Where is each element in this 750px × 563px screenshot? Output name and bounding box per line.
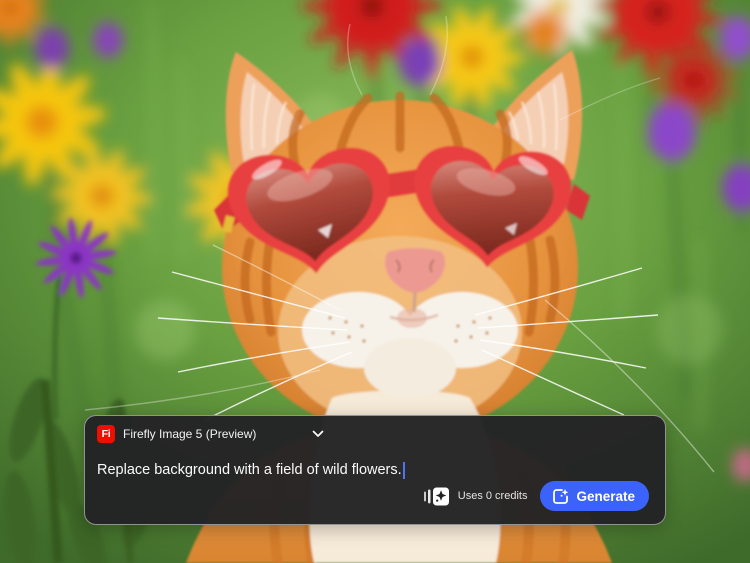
generate-label: Generate <box>576 488 635 504</box>
prompt-input[interactable]: Replace background with a field of wild … <box>97 460 651 480</box>
text-caret <box>402 461 405 479</box>
credits-label: Uses 0 credits <box>457 490 528 502</box>
chevron-down-icon <box>312 430 324 438</box>
firefly-logo: Fi <box>97 425 115 443</box>
panel-actions: Uses 0 credits Generate <box>423 481 649 511</box>
prompt-panel: Fi Firefly Image 5 (Preview) Replace bac… <box>84 415 666 525</box>
prompt-text: Replace background with a field of wild … <box>97 462 402 478</box>
generate-icon <box>552 488 569 505</box>
credits-icon <box>423 487 449 506</box>
generate-button[interactable]: Generate <box>540 481 649 511</box>
model-selector-label: Firefly Image 5 (Preview) <box>123 427 257 441</box>
model-selector[interactable]: Fi Firefly Image 5 (Preview) <box>97 425 324 443</box>
